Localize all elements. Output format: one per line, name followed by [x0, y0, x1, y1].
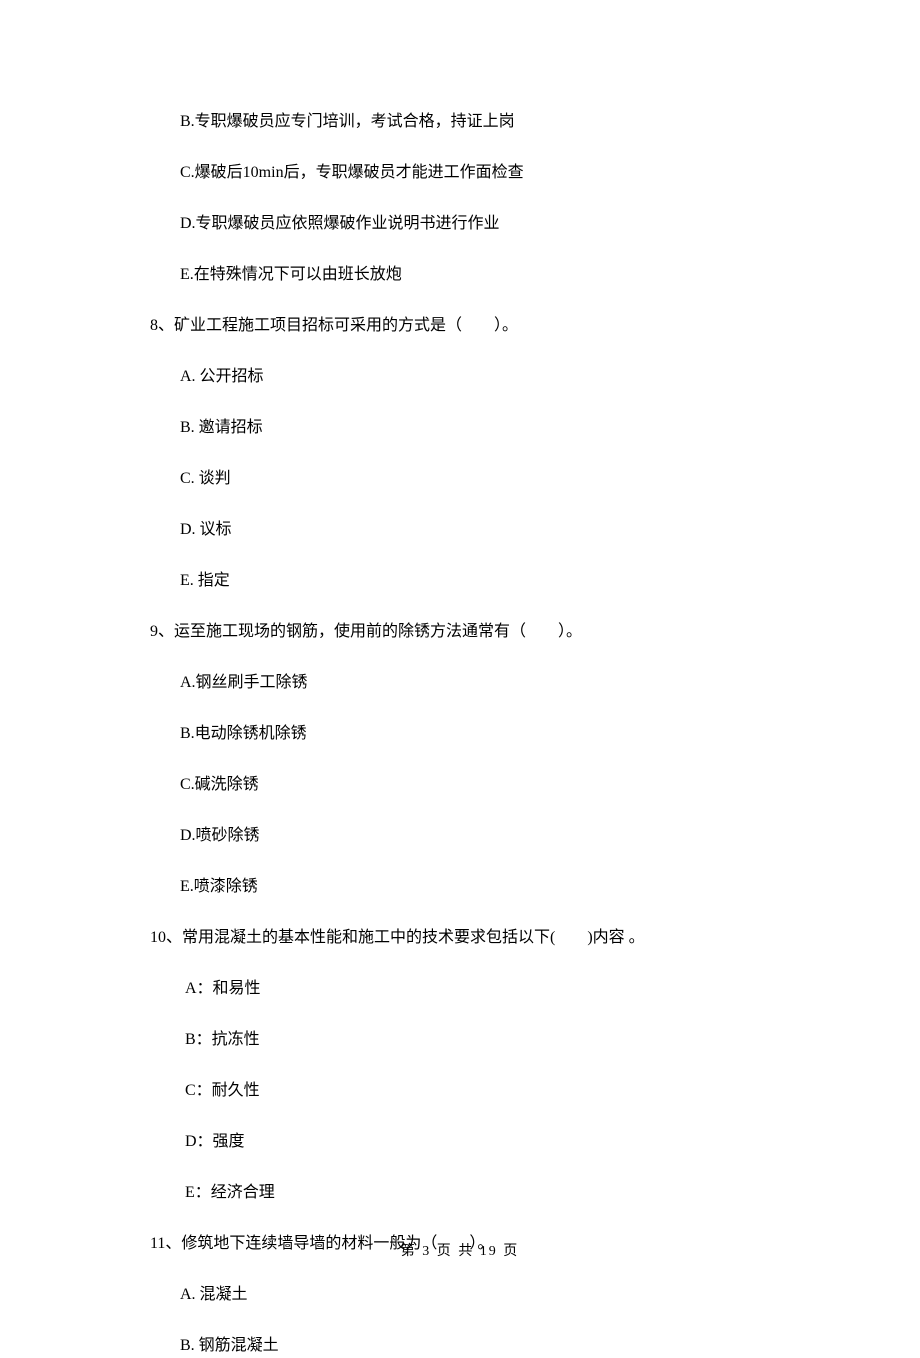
q10-option-a: A：和易性 — [150, 977, 770, 1001]
page-footer: 第 3 页 共 19 页 — [0, 1241, 920, 1262]
q8-option-c: C. 谈判 — [150, 467, 770, 491]
q7-option-d: D.专职爆破员应依照爆破作业说明书进行作业 — [150, 212, 770, 236]
q8-option-e: E. 指定 — [150, 569, 770, 593]
q11-option-b: B. 钢筋混凝土 — [150, 1334, 770, 1358]
q7-option-c: C.爆破后10min后，专职爆破员才能进工作面检查 — [150, 161, 770, 185]
q9-option-d: D.喷砂除锈 — [150, 824, 770, 848]
q9-option-e: E.喷漆除锈 — [150, 875, 770, 899]
q10-option-c: C：耐久性 — [150, 1079, 770, 1103]
q8-option-d: D. 议标 — [150, 518, 770, 542]
q8-option-a: A. 公开招标 — [150, 365, 770, 389]
q10-option-d: D：强度 — [150, 1130, 770, 1154]
q8-option-b: B. 邀请招标 — [150, 416, 770, 440]
page-content: B.专职爆破员应专门培训，考试合格，持证上岗 C.爆破后10min后，专职爆破员… — [0, 0, 920, 1358]
q9-option-b: B.电动除锈机除锈 — [150, 722, 770, 746]
q9-option-c: C.碱洗除锈 — [150, 773, 770, 797]
q9-text: 9、运至施工现场的钢筋，使用前的除锈方法通常有（ ）。 — [150, 620, 770, 644]
q7-option-b: B.专职爆破员应专门培训，考试合格，持证上岗 — [150, 110, 770, 134]
q8-text: 8、矿业工程施工项目招标可采用的方式是（ ）。 — [150, 314, 770, 338]
q7-option-e: E.在特殊情况下可以由班长放炮 — [150, 263, 770, 287]
q10-option-b: B：抗冻性 — [150, 1028, 770, 1052]
q10-text: 10、常用混凝土的基本性能和施工中的技术要求包括以下( )内容 。 — [150, 926, 770, 950]
q11-option-a: A. 混凝土 — [150, 1283, 770, 1307]
q9-option-a: A.钢丝刷手工除锈 — [150, 671, 770, 695]
q10-option-e: E：经济合理 — [150, 1181, 770, 1205]
